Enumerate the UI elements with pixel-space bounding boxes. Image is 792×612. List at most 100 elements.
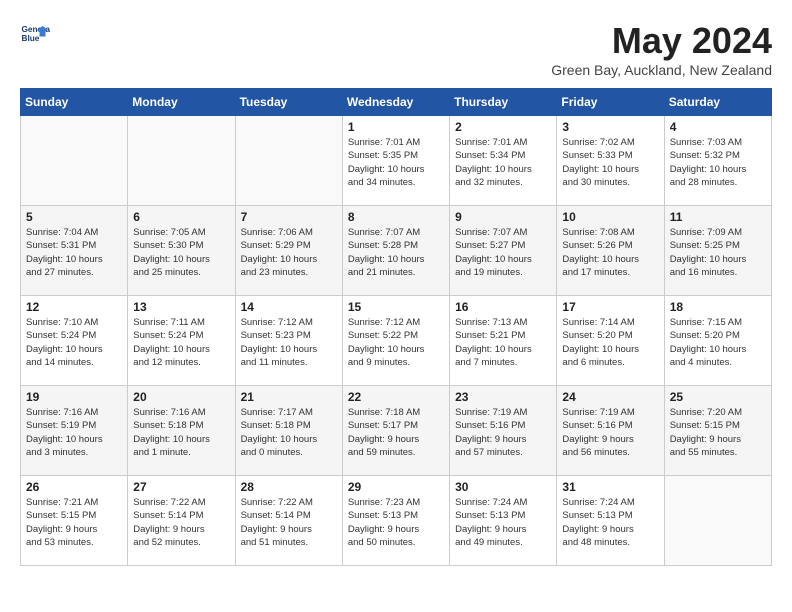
calendar-cell: 14 Sunrise: 7:12 AM Sunset: 5:23 PM Dayli…	[235, 296, 342, 386]
calendar-week-5: 26Sunrise: 7:21 AM Sunset: 5:15 PM Dayli…	[21, 476, 772, 566]
calendar-cell: 26Sunrise: 7:21 AM Sunset: 5:15 PM Dayli…	[21, 476, 128, 566]
logo: General Blue	[20, 20, 54, 50]
day-number: 27	[133, 480, 229, 494]
calendar-cell: 18 Sunrise: 7:15 AM Sunset: 5:20 PM Dayli…	[664, 296, 771, 386]
calendar-week-1: 1Sunrise: 7:01 AM Sunset: 5:35 PM Daylig…	[21, 116, 772, 206]
calendar-week-2: 5 Sunrise: 7:04 AM Sunset: 5:31 PM Daylig…	[21, 206, 772, 296]
calendar-cell	[664, 476, 771, 566]
calendar-cell: 30 Sunrise: 7:24 AM Sunset: 5:13 PM Dayli…	[450, 476, 557, 566]
weekday-header-monday: Monday	[128, 89, 235, 116]
day-info: Sunrise: 7:23 AM Sunset: 5:13 PM Dayligh…	[348, 496, 444, 549]
day-number: 20	[133, 390, 229, 404]
day-info: Sunrise: 7:15 AM Sunset: 5:20 PM Dayligh…	[670, 316, 766, 369]
calendar-cell	[235, 116, 342, 206]
day-info: Sunrise: 7:01 AM Sunset: 5:34 PM Dayligh…	[455, 136, 551, 189]
day-number: 30	[455, 480, 551, 494]
calendar-cell: 15 Sunrise: 7:12 AM Sunset: 5:22 PM Dayli…	[342, 296, 449, 386]
day-number: 13	[133, 300, 229, 314]
day-info: Sunrise: 7:12 AM Sunset: 5:23 PM Dayligh…	[241, 316, 337, 369]
day-number: 17	[562, 300, 658, 314]
day-number: 18	[670, 300, 766, 314]
calendar-cell: 2Sunrise: 7:01 AM Sunset: 5:34 PM Daylig…	[450, 116, 557, 206]
day-number: 23	[455, 390, 551, 404]
weekday-header-saturday: Saturday	[664, 89, 771, 116]
day-info: Sunrise: 7:21 AM Sunset: 5:15 PM Dayligh…	[26, 496, 122, 549]
calendar-cell: 16 Sunrise: 7:13 AM Sunset: 5:21 PM Dayli…	[450, 296, 557, 386]
calendar-cell	[21, 116, 128, 206]
calendar-cell: 17 Sunrise: 7:14 AM Sunset: 5:20 PM Dayli…	[557, 296, 664, 386]
calendar-cell: 29 Sunrise: 7:23 AM Sunset: 5:13 PM Dayli…	[342, 476, 449, 566]
day-info: Sunrise: 7:17 AM Sunset: 5:18 PM Dayligh…	[241, 406, 337, 459]
day-info: Sunrise: 7:12 AM Sunset: 5:22 PM Dayligh…	[348, 316, 444, 369]
title-area: May 2024 Green Bay, Auckland, New Zealan…	[551, 20, 772, 78]
day-number: 14	[241, 300, 337, 314]
day-info: Sunrise: 7:19 AM Sunset: 5:16 PM Dayligh…	[562, 406, 658, 459]
day-number: 21	[241, 390, 337, 404]
svg-text:Blue: Blue	[22, 34, 40, 43]
day-info: Sunrise: 7:09 AM Sunset: 5:25 PM Dayligh…	[670, 226, 766, 279]
weekday-header-row: SundayMondayTuesdayWednesdayThursdayFrid…	[21, 89, 772, 116]
header: General Blue May 2024 Green Bay, Aucklan…	[20, 20, 772, 78]
day-info: Sunrise: 7:04 AM Sunset: 5:31 PM Dayligh…	[26, 226, 122, 279]
day-info: Sunrise: 7:07 AM Sunset: 5:27 PM Dayligh…	[455, 226, 551, 279]
calendar-cell	[128, 116, 235, 206]
day-info: Sunrise: 7:02 AM Sunset: 5:33 PM Dayligh…	[562, 136, 658, 189]
day-number: 8	[348, 210, 444, 224]
day-number: 3	[562, 120, 658, 134]
day-number: 15	[348, 300, 444, 314]
calendar-cell: 3 Sunrise: 7:02 AM Sunset: 5:33 PM Daylig…	[557, 116, 664, 206]
day-number: 28	[241, 480, 337, 494]
day-info: Sunrise: 7:05 AM Sunset: 5:30 PM Dayligh…	[133, 226, 229, 279]
calendar-cell: 5 Sunrise: 7:04 AM Sunset: 5:31 PM Daylig…	[21, 206, 128, 296]
day-number: 16	[455, 300, 551, 314]
calendar-cell: 19 Sunrise: 7:16 AM Sunset: 5:19 PM Dayli…	[21, 386, 128, 476]
calendar-cell: 25 Sunrise: 7:20 AM Sunset: 5:15 PM Dayli…	[664, 386, 771, 476]
location-title: Green Bay, Auckland, New Zealand	[551, 62, 772, 78]
day-number: 4	[670, 120, 766, 134]
day-info: Sunrise: 7:20 AM Sunset: 5:15 PM Dayligh…	[670, 406, 766, 459]
day-number: 1	[348, 120, 444, 134]
day-info: Sunrise: 7:24 AM Sunset: 5:13 PM Dayligh…	[455, 496, 551, 549]
calendar-cell: 20Sunrise: 7:16 AM Sunset: 5:18 PM Dayli…	[128, 386, 235, 476]
day-number: 10	[562, 210, 658, 224]
day-number: 6	[133, 210, 229, 224]
day-number: 29	[348, 480, 444, 494]
day-info: Sunrise: 7:16 AM Sunset: 5:19 PM Dayligh…	[26, 406, 122, 459]
day-number: 7	[241, 210, 337, 224]
day-info: Sunrise: 7:18 AM Sunset: 5:17 PM Dayligh…	[348, 406, 444, 459]
day-number: 22	[348, 390, 444, 404]
calendar-cell: 23 Sunrise: 7:19 AM Sunset: 5:16 PM Dayli…	[450, 386, 557, 476]
day-info: Sunrise: 7:10 AM Sunset: 5:24 PM Dayligh…	[26, 316, 122, 369]
calendar-cell: 10Sunrise: 7:08 AM Sunset: 5:26 PM Dayli…	[557, 206, 664, 296]
calendar-cell: 27 Sunrise: 7:22 AM Sunset: 5:14 PM Dayli…	[128, 476, 235, 566]
day-info: Sunrise: 7:06 AM Sunset: 5:29 PM Dayligh…	[241, 226, 337, 279]
day-number: 11	[670, 210, 766, 224]
calendar-cell: 22 Sunrise: 7:18 AM Sunset: 5:17 PM Dayli…	[342, 386, 449, 476]
day-number: 25	[670, 390, 766, 404]
day-info: Sunrise: 7:07 AM Sunset: 5:28 PM Dayligh…	[348, 226, 444, 279]
day-number: 19	[26, 390, 122, 404]
weekday-header-thursday: Thursday	[450, 89, 557, 116]
calendar-cell: 7 Sunrise: 7:06 AM Sunset: 5:29 PM Daylig…	[235, 206, 342, 296]
weekday-header-friday: Friday	[557, 89, 664, 116]
calendar-cell: 13Sunrise: 7:11 AM Sunset: 5:24 PM Dayli…	[128, 296, 235, 386]
day-info: Sunrise: 7:22 AM Sunset: 5:14 PM Dayligh…	[241, 496, 337, 549]
day-number: 12	[26, 300, 122, 314]
calendar-cell: 8 Sunrise: 7:07 AM Sunset: 5:28 PM Daylig…	[342, 206, 449, 296]
calendar-cell: 11 Sunrise: 7:09 AM Sunset: 5:25 PM Dayli…	[664, 206, 771, 296]
calendar-cell: 21 Sunrise: 7:17 AM Sunset: 5:18 PM Dayli…	[235, 386, 342, 476]
calendar-cell: 28 Sunrise: 7:22 AM Sunset: 5:14 PM Dayli…	[235, 476, 342, 566]
calendar-week-4: 19 Sunrise: 7:16 AM Sunset: 5:19 PM Dayli…	[21, 386, 772, 476]
day-info: Sunrise: 7:14 AM Sunset: 5:20 PM Dayligh…	[562, 316, 658, 369]
day-number: 5	[26, 210, 122, 224]
day-info: Sunrise: 7:13 AM Sunset: 5:21 PM Dayligh…	[455, 316, 551, 369]
month-title: May 2024	[551, 20, 772, 62]
weekday-header-wednesday: Wednesday	[342, 89, 449, 116]
calendar-cell: 4Sunrise: 7:03 AM Sunset: 5:32 PM Daylig…	[664, 116, 771, 206]
day-number: 9	[455, 210, 551, 224]
calendar-cell: 24Sunrise: 7:19 AM Sunset: 5:16 PM Dayli…	[557, 386, 664, 476]
calendar-cell: 6 Sunrise: 7:05 AM Sunset: 5:30 PM Daylig…	[128, 206, 235, 296]
day-info: Sunrise: 7:22 AM Sunset: 5:14 PM Dayligh…	[133, 496, 229, 549]
weekday-header-tuesday: Tuesday	[235, 89, 342, 116]
day-info: Sunrise: 7:19 AM Sunset: 5:16 PM Dayligh…	[455, 406, 551, 459]
